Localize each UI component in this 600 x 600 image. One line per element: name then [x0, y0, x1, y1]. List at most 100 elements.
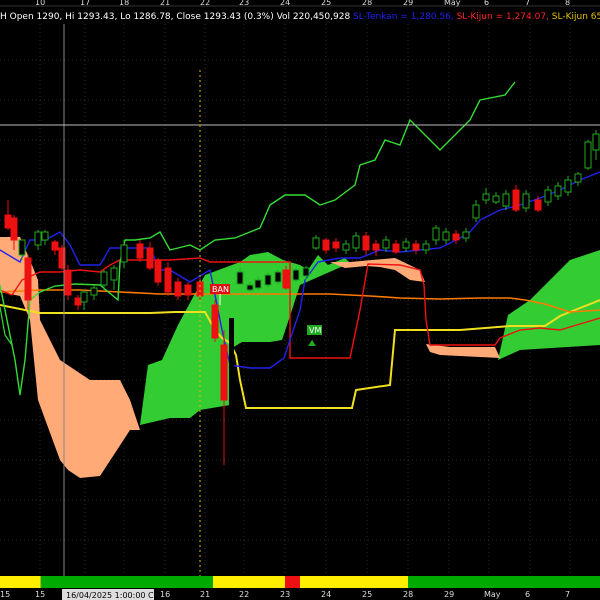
tick-label-top: 23 — [239, 0, 249, 7]
candle-body — [382, 239, 390, 249]
header-segment: SL-Tenkan = 1,280.56, — [350, 12, 454, 22]
candle-body — [512, 189, 520, 211]
candle-body — [90, 287, 98, 296]
tick-label-top: 6 — [484, 0, 489, 7]
candle-body — [18, 239, 26, 256]
candle-body — [442, 231, 450, 241]
candle-body — [342, 243, 350, 251]
candle-body — [211, 304, 219, 339]
candle-body — [312, 237, 320, 249]
candle-body — [264, 274, 272, 286]
status-bar-segment — [300, 576, 408, 588]
status-bar-segment — [40, 576, 213, 588]
annotation-label: BAN — [212, 285, 229, 294]
cursor-label: 16/04/2025 1:00:00 CH — [66, 591, 160, 600]
candle-body — [41, 231, 49, 241]
candle-body — [534, 199, 542, 211]
tick-label-bottom: 28 — [403, 590, 413, 599]
candle-body — [80, 291, 88, 303]
tick-label-top: 10 — [35, 0, 45, 7]
candle-body — [34, 231, 42, 246]
candle-body — [100, 271, 108, 286]
header-segment: SL-Kijun 65 = 1,215.21, — [549, 12, 600, 22]
candle-body — [74, 297, 82, 306]
candle-body — [352, 235, 360, 249]
candle-body — [522, 193, 530, 209]
status-bar-segment — [0, 576, 41, 588]
candle-body — [564, 179, 572, 193]
tick-label-bottom: 6 — [525, 590, 530, 599]
candle-body — [472, 204, 480, 219]
candle-body — [51, 241, 59, 251]
candle-body — [146, 247, 154, 269]
candle-body — [332, 241, 340, 249]
candle-body — [136, 243, 144, 259]
candle-body — [592, 133, 600, 151]
candle-body — [64, 269, 72, 296]
header-segment: SL-Kijun = 1,274.07, — [454, 12, 549, 22]
tick-label-top: 29 — [403, 0, 413, 7]
candle-body — [544, 189, 552, 203]
candle-body — [4, 214, 12, 229]
candle-body — [292, 269, 300, 281]
tick-label-bottom: 15 — [35, 590, 45, 599]
tick-label-bottom: 25 — [362, 590, 372, 599]
tick-label-top: 7 — [525, 0, 530, 7]
tick-label-bottom: 15 — [0, 590, 10, 599]
candle-body — [422, 243, 430, 251]
tick-label-top: 8 — [565, 0, 570, 7]
candle-body — [322, 239, 330, 251]
status-bar-segment — [213, 576, 285, 588]
candle-body — [110, 267, 118, 281]
tick-label-top: 28 — [362, 0, 372, 7]
candle-body — [246, 284, 254, 291]
candle-body — [502, 193, 510, 207]
tick-label-top: 17 — [80, 0, 90, 7]
tick-label-top: 18 — [119, 0, 129, 7]
candle-body — [584, 141, 592, 169]
annotation-label: VM — [309, 326, 321, 335]
candle-body — [574, 173, 582, 183]
candle-body — [452, 233, 460, 241]
candle-body — [24, 257, 32, 301]
tick-label-bottom: 23 — [280, 590, 290, 599]
candle-body — [164, 267, 172, 293]
candle-body — [10, 217, 18, 241]
tick-label-bottom: 29 — [444, 590, 454, 599]
candle-body — [196, 281, 204, 297]
tick-label-bottom: 22 — [239, 590, 249, 599]
candle-body — [184, 284, 192, 296]
tick-label-bottom: May — [484, 590, 501, 599]
candle-body — [412, 243, 420, 251]
tick-label-top: 25 — [321, 0, 331, 7]
candle-body — [402, 241, 410, 249]
header-text: H Open 1290, Hi 1293.43, Lo 1286.78, Clo… — [0, 12, 600, 22]
candle-body — [236, 271, 244, 285]
candle-body — [362, 235, 370, 251]
tick-label-bottom: 7 — [565, 590, 570, 599]
candle-body — [302, 267, 310, 277]
candle-body — [492, 195, 500, 203]
ichimoku-chart[interactable]: BAN VM 10 17 18 21 22 23 24 25 28 29 May 6 7 8 15 16 21 22… — [0, 0, 600, 600]
tick-label-bottom: 21 — [200, 590, 210, 599]
candle-body — [154, 259, 162, 283]
candle-body — [120, 244, 128, 263]
status-bar-segment — [285, 576, 300, 588]
candle-body — [220, 344, 228, 401]
candle-body — [392, 243, 400, 253]
candle-body — [462, 231, 470, 239]
candle-body — [274, 271, 282, 283]
candle-body — [254, 279, 262, 289]
tick-label-top: May — [444, 0, 461, 7]
tick-label-top: 21 — [160, 0, 170, 7]
tick-label-top: 22 — [200, 0, 210, 7]
candle-body — [482, 193, 490, 201]
candle-body — [432, 227, 440, 241]
candle-body — [554, 185, 562, 197]
candle-body — [282, 269, 290, 289]
tick-label-top: 24 — [280, 0, 290, 7]
tick-label-bottom: 24 — [321, 590, 331, 599]
candle-body — [174, 281, 182, 297]
header-segment: H Open 1290, Hi 1293.43, Lo 1286.78, Clo… — [0, 12, 350, 22]
status-bar-segment — [408, 576, 600, 588]
